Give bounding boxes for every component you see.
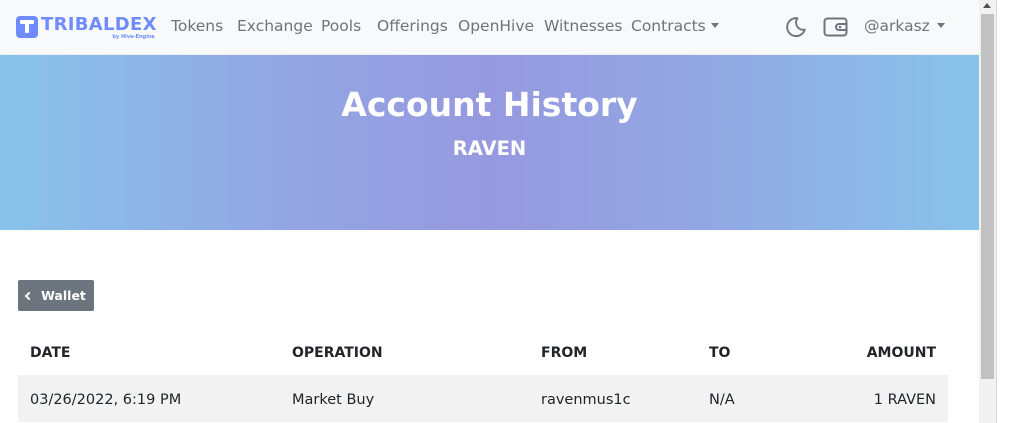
back-to-wallet-button[interactable]: Wallet bbox=[18, 280, 94, 311]
chevron-down-icon bbox=[936, 23, 945, 28]
table-row: 03/26/2022, 6:19 PM Market Buy ravenmus1… bbox=[18, 375, 948, 422]
column-header-from[interactable]: FROM bbox=[541, 344, 587, 362]
cell-operation: Market Buy bbox=[292, 392, 375, 408]
account-username: @arkasz bbox=[864, 17, 930, 35]
nav-contracts-dropdown[interactable]: Contracts bbox=[631, 16, 719, 36]
nav-contracts-label: Contracts bbox=[631, 17, 706, 35]
page: TRIBALDEX by Hive-Engine Tokens Exchange… bbox=[0, 0, 979, 423]
table-header-row: DATE OPERATION FROM TO AMOUNT bbox=[18, 333, 948, 375]
brand-name: TRIBALDEX bbox=[41, 14, 157, 35]
logo-icon bbox=[16, 16, 38, 38]
scrollbar-thumb[interactable] bbox=[981, 14, 994, 379]
column-header-date[interactable]: DATE bbox=[30, 344, 70, 362]
brand-logo[interactable]: TRIBALDEX by Hive-Engine bbox=[16, 15, 157, 41]
column-header-operation[interactable]: OPERATION bbox=[292, 344, 383, 362]
token-symbol: RAVEN bbox=[452, 137, 527, 160]
chevron-left-icon bbox=[24, 291, 34, 301]
brand-subtitle: by Hive-Engine bbox=[112, 34, 155, 40]
nav-offerings[interactable]: Offerings bbox=[377, 16, 448, 36]
moon-icon[interactable] bbox=[785, 16, 807, 38]
nav-openhive[interactable]: OpenHive bbox=[458, 16, 534, 36]
wallet-icon[interactable] bbox=[823, 16, 849, 38]
brand-text: TRIBALDEX by Hive-Engine bbox=[41, 14, 157, 41]
page-header-banner: Account History RAVEN bbox=[0, 55, 979, 230]
chevron-down-icon bbox=[710, 23, 719, 28]
window-edge bbox=[996, 0, 1012, 423]
vertical-scrollbar[interactable] bbox=[979, 0, 996, 423]
page-title: Account History bbox=[341, 85, 638, 124]
nav-exchange[interactable]: Exchange bbox=[237, 16, 313, 36]
nav-witnesses[interactable]: Witnesses bbox=[544, 16, 623, 36]
cell-date: 03/26/2022, 6:19 PM bbox=[30, 392, 182, 408]
column-header-amount[interactable]: AMOUNT bbox=[867, 344, 936, 362]
account-menu[interactable]: @arkasz bbox=[864, 16, 945, 36]
nav-tokens[interactable]: Tokens bbox=[171, 16, 223, 36]
cell-amount: 1 RAVEN bbox=[873, 392, 936, 408]
cell-to: N/A bbox=[709, 392, 735, 408]
cell-from[interactable]: ravenmus1c bbox=[541, 391, 631, 409]
nav-pools[interactable]: Pools bbox=[321, 16, 361, 36]
column-header-to[interactable]: TO bbox=[709, 344, 730, 362]
top-navbar: TRIBALDEX by Hive-Engine Tokens Exchange… bbox=[0, 0, 979, 55]
history-table: DATE OPERATION FROM TO AMOUNT 03/26/2022… bbox=[18, 333, 948, 422]
back-button-label: Wallet bbox=[41, 288, 86, 303]
scroll-up-arrow-icon[interactable] bbox=[983, 3, 991, 8]
